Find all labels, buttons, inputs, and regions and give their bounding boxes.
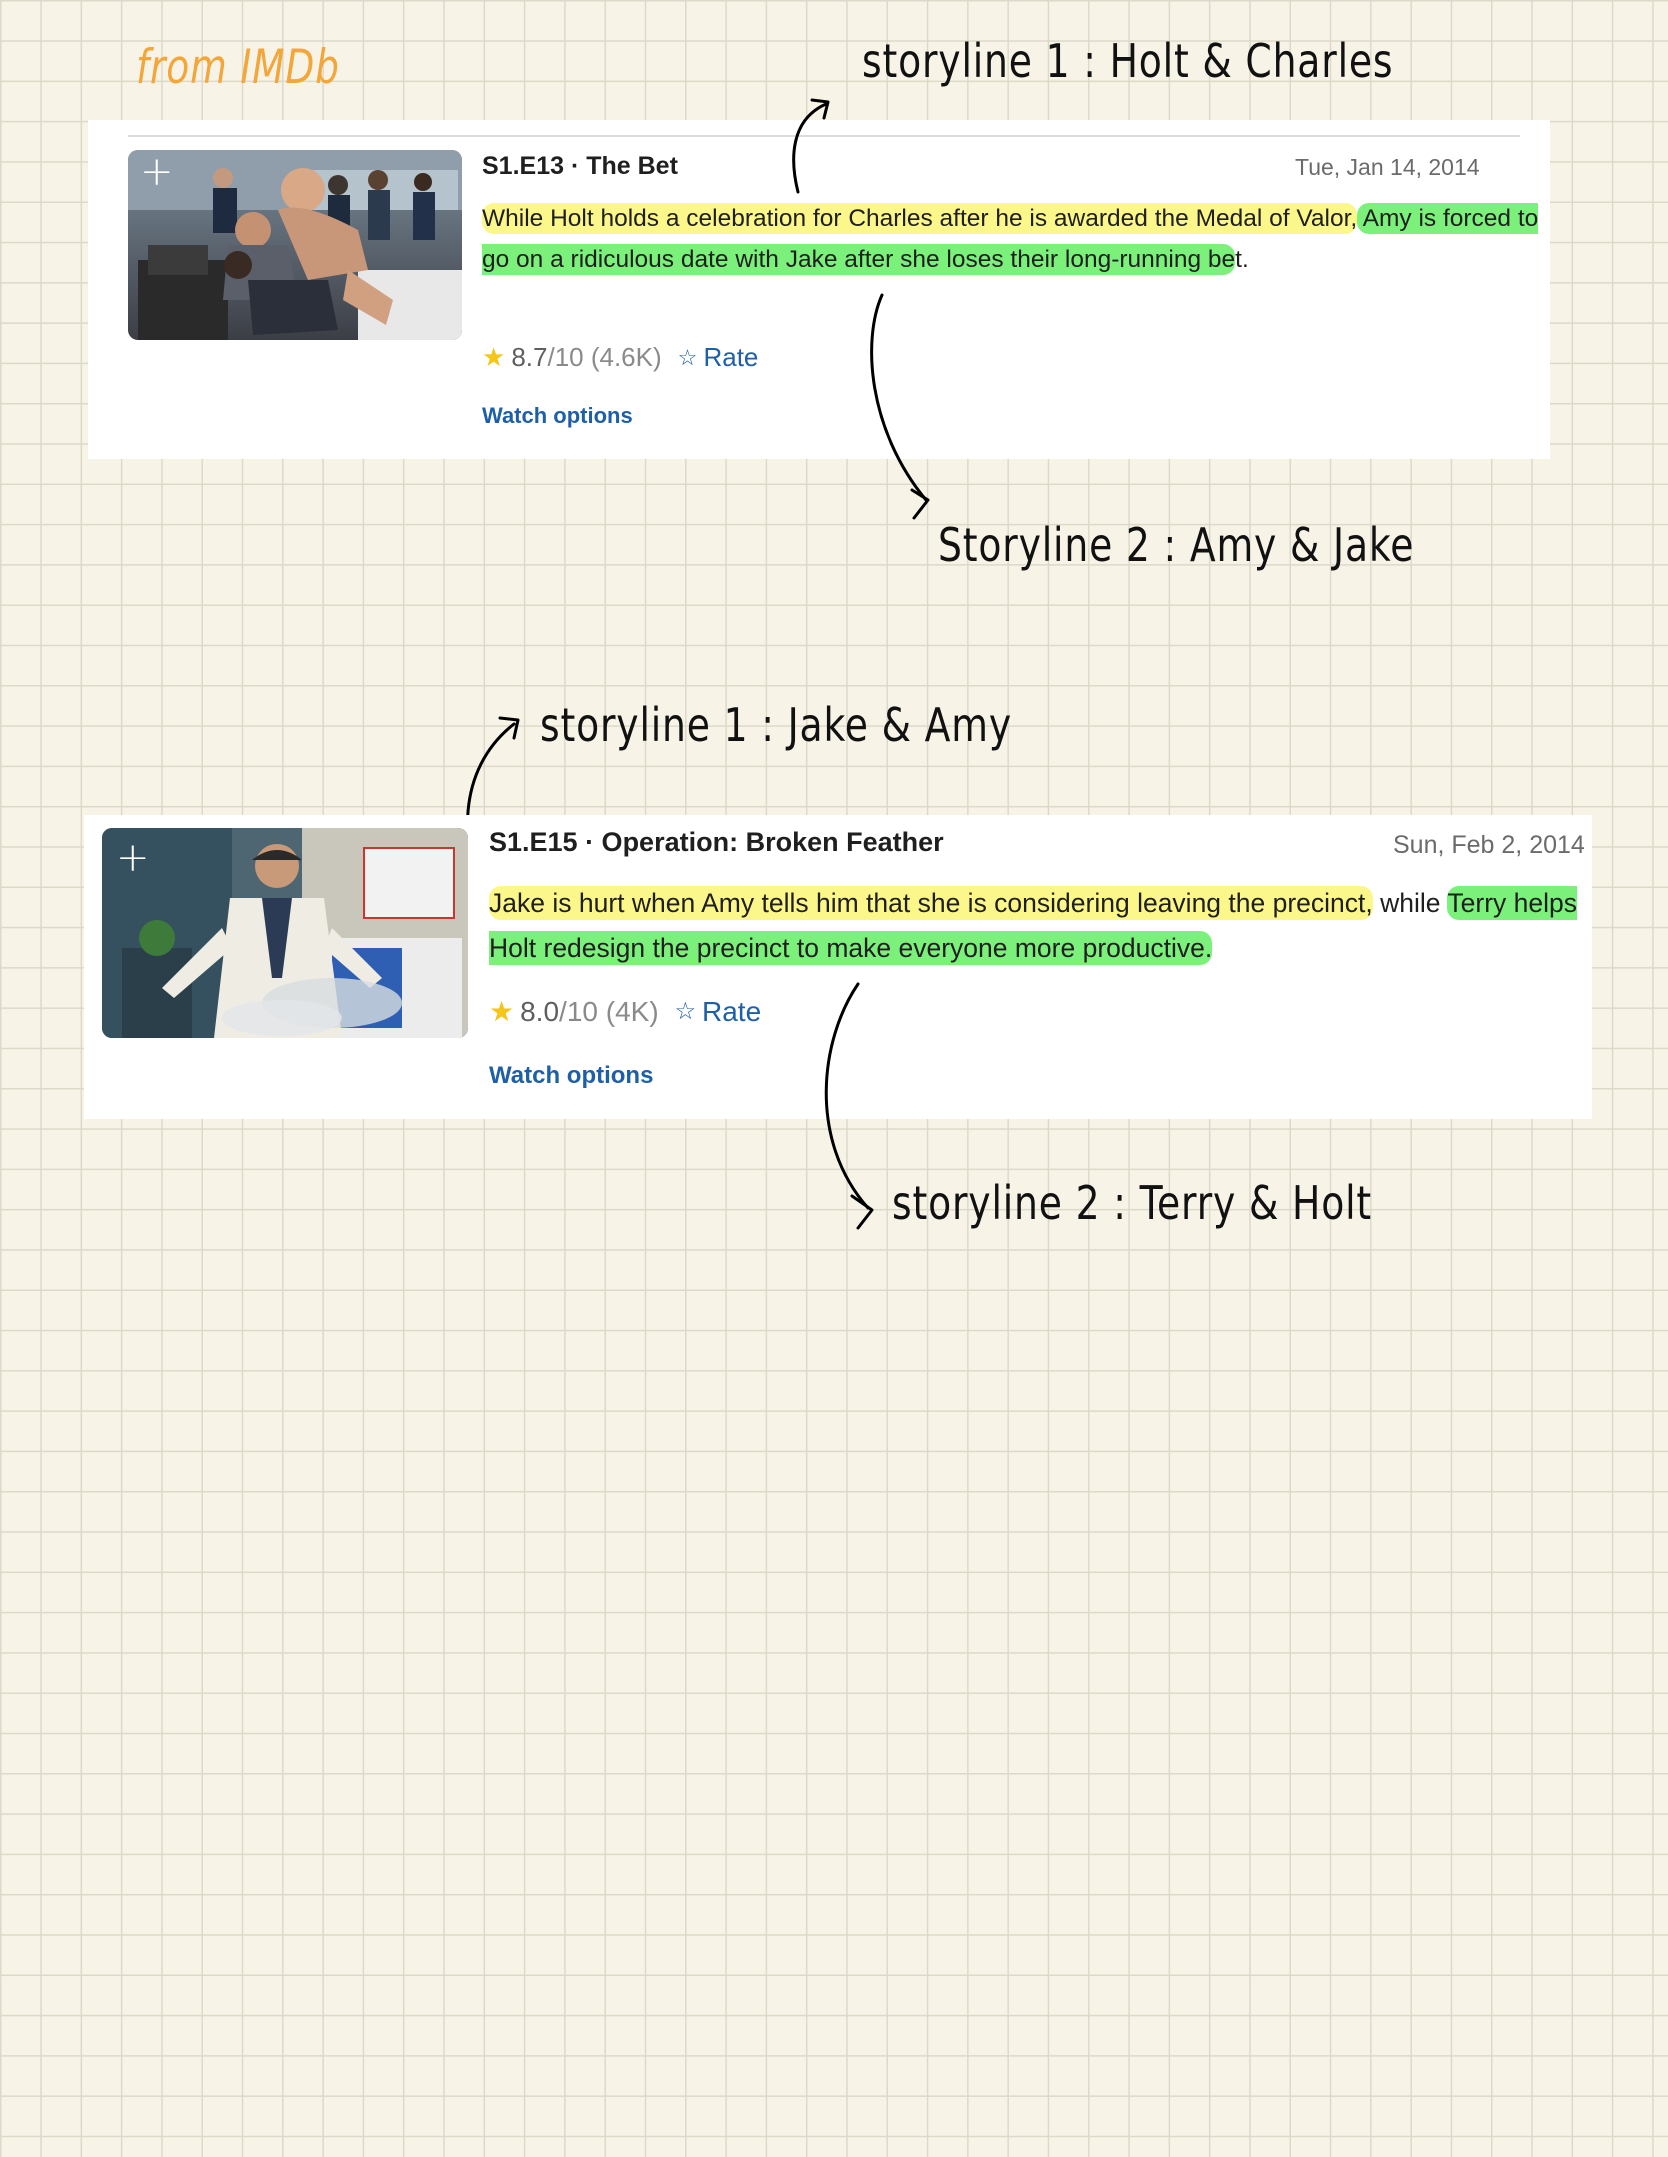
watch-options-link[interactable]: Watch options <box>489 1062 653 1090</box>
episode-title[interactable]: S1.E13 · The Bet <box>482 152 678 181</box>
annotation-storyline-2-amy-jake: Storyline 2 : Amy & Jake <box>938 518 1415 572</box>
rating-row: ★ 8.0 /10 (4K) ☆ Rate <box>489 995 761 1028</box>
rating-scale: /10 (4K) <box>559 995 659 1027</box>
rate-label: Rate <box>702 995 762 1027</box>
rating-value: 8.0 <box>520 995 560 1027</box>
episode-card-s1e15: + S1.E15 · Operation: Broken Feather Sun… <box>84 815 1592 1119</box>
rating-row: ★ 8.7 /10 (4.6K) ☆ Rate <box>482 342 758 373</box>
add-to-watchlist-plus-icon[interactable]: + <box>140 152 174 192</box>
synopsis-storyline-1: While Holt holds a celebration for Charl… <box>482 203 1358 234</box>
rating-star-icon: ★ <box>489 996 515 1027</box>
add-to-watchlist-plus-icon[interactable]: + <box>116 838 150 878</box>
rating-value: 8.7 <box>511 342 548 372</box>
synopsis-connector: while <box>1372 888 1448 918</box>
episode-title[interactable]: S1.E15 · Operation: Broken Feather <box>489 827 944 858</box>
annotation-storyline-1-jake-amy: storyline 1 : Jake & Amy <box>540 698 1012 752</box>
watch-options-link[interactable]: Watch options <box>482 403 633 429</box>
episode-synopsis: Jake is hurt when Amy tells him that she… <box>489 881 1589 971</box>
episode-air-date: Sun, Feb 2, 2014 <box>1393 831 1585 859</box>
synopsis-tail: t. <box>1235 246 1249 273</box>
rating-star-icon: ★ <box>482 342 506 372</box>
from-imdb-note: from IMDb <box>136 40 340 95</box>
episode-still-image <box>128 150 462 340</box>
rate-star-outline-icon: ☆ <box>677 344 698 370</box>
rate-button[interactable]: ☆ Rate <box>675 996 762 1028</box>
episode-air-date: Tue, Jan 14, 2014 <box>1295 154 1480 180</box>
rating-scale: /10 (4.6K) <box>547 342 662 372</box>
synopsis-storyline-1: Jake is hurt when Amy tells him that she… <box>489 886 1373 920</box>
episode-thumbnail[interactable]: + <box>128 150 462 340</box>
rate-label: Rate <box>703 342 759 372</box>
episode-card-s1e13: + S1.E13 · The Bet Tue, Jan 14, 2014 Whi… <box>88 120 1550 459</box>
rate-button[interactable]: ☆ Rate <box>678 342 759 373</box>
annotation-storyline-1-holt-charles: storyline 1 : Holt & Charles <box>862 34 1394 88</box>
episode-thumbnail[interactable]: + <box>102 828 468 1038</box>
rate-star-outline-icon: ☆ <box>674 998 696 1025</box>
episode-synopsis: While Holt holds a celebration for Charl… <box>482 198 1562 280</box>
annotation-storyline-2-terry-holt: storyline 2 : Terry & Holt <box>892 1176 1373 1230</box>
card-top-divider <box>128 135 1520 137</box>
episode-still-image <box>102 828 468 1038</box>
